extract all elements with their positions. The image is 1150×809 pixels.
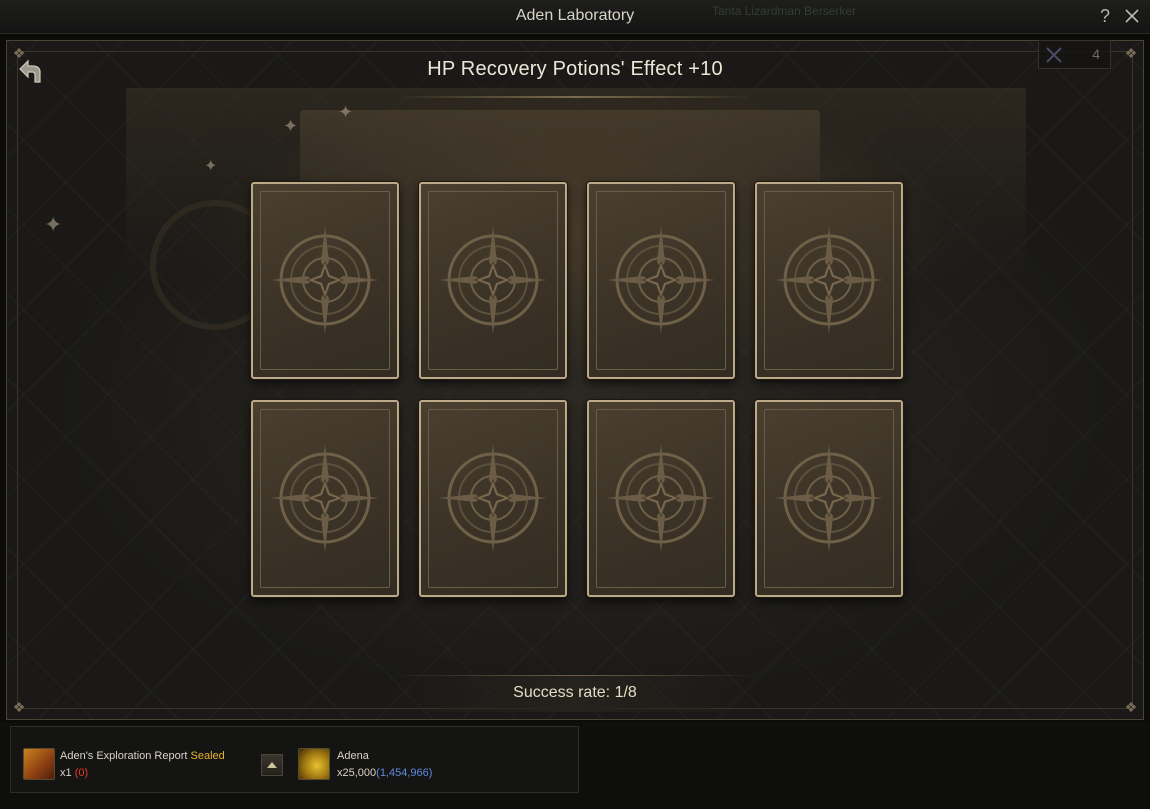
help-button[interactable]: ?: [1095, 5, 1115, 27]
compass-emblem-icon: [775, 226, 883, 334]
report-name-line: Aden's Exploration Report Sealed: [60, 750, 225, 762]
card-4[interactable]: [755, 182, 903, 379]
adena-qty: x25,000: [337, 767, 377, 779]
success-rate: Success rate: 1/8: [0, 684, 1150, 702]
card-8[interactable]: [755, 400, 903, 597]
title-bar: Tanta Lizardman Berserker Aden Laborator…: [0, 0, 1150, 34]
compass-emblem-icon: [607, 226, 715, 334]
success-rate-divider: [390, 675, 760, 676]
adena-name: Adena: [337, 750, 369, 762]
window-title: Aden Laboratory: [515, 7, 635, 24]
sparkle-icon: ✦: [204, 158, 218, 175]
close-button[interactable]: [1122, 5, 1142, 27]
card-2[interactable]: [419, 182, 567, 379]
compass-emblem-icon: [607, 444, 715, 552]
card-1[interactable]: [251, 182, 399, 379]
card-7[interactable]: [587, 400, 735, 597]
compass-emblem-icon: [439, 226, 547, 334]
report-qty: x1: [60, 767, 72, 779]
card-3[interactable]: [587, 182, 735, 379]
sparkle-icon: ✦: [44, 212, 63, 237]
compass-emblem-icon: [271, 226, 379, 334]
adena-qty-line: x25,000(1,454,966): [337, 767, 432, 779]
card-6[interactable]: [419, 400, 567, 597]
compass-emblem-icon: [775, 444, 883, 552]
success-rate-label: Success rate:: [513, 684, 611, 701]
success-rate-value: 1/8: [614, 684, 637, 701]
title-divider: [395, 96, 755, 98]
adena-icon[interactable]: [298, 748, 330, 780]
report-qty-line: x1 (0): [60, 767, 88, 779]
arrow-up-button[interactable]: [261, 754, 283, 776]
report-owned: (0): [74, 767, 89, 779]
sparkle-icon: ✦: [338, 102, 354, 122]
exploration-report-icon[interactable]: [23, 748, 55, 780]
page-title: HP Recovery Potions' Effect +10: [427, 58, 723, 80]
crossed-swords-icon: [1046, 47, 1062, 63]
close-icon: [1125, 9, 1139, 23]
compass-emblem-icon: [271, 444, 379, 552]
attempt-counter: 4: [1038, 40, 1111, 69]
help-icon: ?: [1099, 6, 1110, 26]
adena-owned: (1,454,966): [376, 767, 433, 779]
sparkle-icon: ✦: [283, 116, 299, 136]
report-name: Aden's Exploration Report: [60, 750, 188, 762]
card-5[interactable]: [251, 400, 399, 597]
compass-emblem-icon: [439, 444, 547, 552]
counter-value: 4: [1092, 46, 1100, 62]
report-sealed-tag: Sealed: [190, 750, 225, 762]
